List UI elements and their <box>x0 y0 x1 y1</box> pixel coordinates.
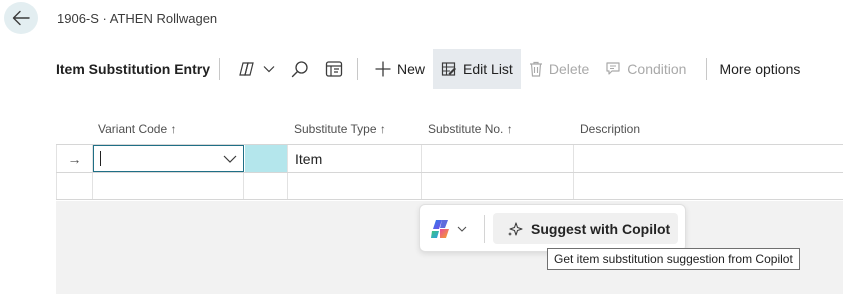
back-button[interactable] <box>4 2 38 34</box>
suggest-with-copilot-button[interactable]: Suggest with Copilot <box>493 213 678 244</box>
text-cursor <box>100 151 101 166</box>
grid: → Item <box>56 144 843 200</box>
chevron-down-icon <box>457 226 467 232</box>
column-header-substitute-type[interactable]: Substitute Type ↑ <box>294 122 386 136</box>
arrow-left-icon <box>12 10 30 26</box>
column-header-substitute-no[interactable]: Substitute No. ↑ <box>428 122 513 136</box>
edit-list-button[interactable]: Edit List <box>433 49 521 89</box>
page: 1906-S · ATHEN Rollwagen Item Substituti… <box>0 0 843 294</box>
edit-list-icon <box>441 62 457 76</box>
row-indicator-icon: → <box>56 145 93 172</box>
share-button[interactable] <box>229 49 283 89</box>
more-options-button[interactable]: More options <box>719 49 808 89</box>
description-cell[interactable] <box>574 145 843 172</box>
filter-pane-icon <box>325 61 343 77</box>
selected-cell[interactable] <box>245 145 288 172</box>
comment-icon <box>606 62 620 75</box>
row-indicator-cell <box>56 173 93 199</box>
column-header-description[interactable]: Description <box>580 122 640 136</box>
condition-label: Condition <box>627 61 687 77</box>
new-button[interactable]: New <box>367 49 433 89</box>
sparkle-icon <box>508 221 523 236</box>
chevron-down-icon[interactable] <box>223 155 237 163</box>
description-cell[interactable] <box>574 173 843 199</box>
copilot-menu-button[interactable] <box>430 217 472 241</box>
variant-code-cell[interactable] <box>93 173 244 199</box>
delete-label: Delete <box>548 61 590 77</box>
divider <box>357 58 358 80</box>
sort-ascending-icon: ↑ <box>506 122 513 136</box>
substitute-no-cell[interactable] <box>422 145 574 172</box>
search-button[interactable] <box>283 49 317 89</box>
chevron-down-icon <box>263 66 275 73</box>
delete-button[interactable]: Delete <box>521 49 597 89</box>
divider <box>706 58 708 80</box>
variant-code-input[interactable] <box>93 145 244 172</box>
trash-icon <box>529 61 542 77</box>
substitute-no-cell[interactable] <box>422 173 574 199</box>
new-label: New <box>397 61 426 77</box>
edit-list-label: Edit List <box>463 61 513 77</box>
share-icon <box>239 62 254 76</box>
substitute-type-cell[interactable] <box>288 173 422 199</box>
divider <box>484 215 485 243</box>
divider <box>219 58 220 80</box>
column-header-variant-code[interactable]: Variant Code ↑ <box>98 122 177 136</box>
suggest-with-copilot-label: Suggest with Copilot <box>531 220 671 237</box>
page-title: Item Substitution Entry <box>56 61 210 77</box>
substitute-type-cell[interactable]: Item <box>288 145 422 172</box>
copilot-action-bar: Suggest with Copilot <box>419 204 686 252</box>
tooltip: Get item substitution suggestion from Co… <box>547 248 800 270</box>
more-options-label: More options <box>719 61 801 77</box>
search-icon <box>291 61 308 78</box>
action-bar: Item Substitution Entry New Edit List De… <box>56 49 808 89</box>
spacer-cell <box>244 173 288 199</box>
filter-pane-button[interactable] <box>317 49 351 89</box>
sort-ascending-icon: ↑ <box>379 122 386 136</box>
table-row[interactable]: → Item <box>56 144 843 172</box>
sort-ascending-icon: ↑ <box>170 122 177 136</box>
table-row[interactable] <box>56 172 843 200</box>
condition-button[interactable]: Condition <box>597 49 694 89</box>
copilot-logo-icon <box>431 220 449 238</box>
breadcrumb: 1906-S · ATHEN Rollwagen <box>57 11 218 26</box>
plus-icon <box>375 61 391 77</box>
grid-header: Variant Code ↑ Substitute Type ↑ Substit… <box>56 116 843 144</box>
